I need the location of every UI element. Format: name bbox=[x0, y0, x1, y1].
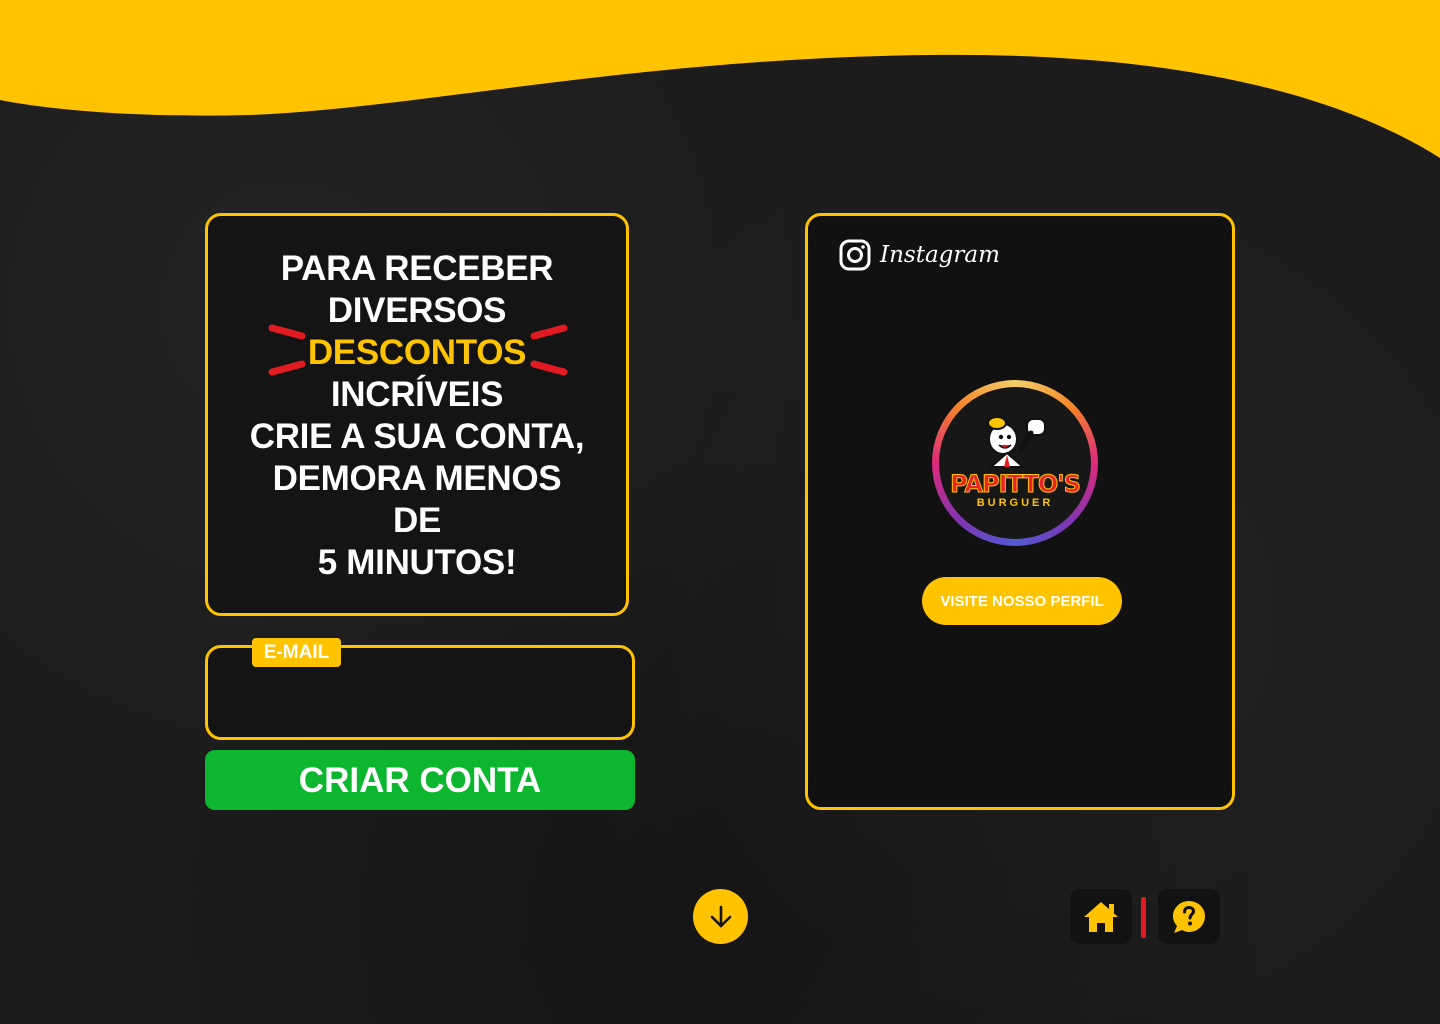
email-input[interactable] bbox=[232, 682, 608, 724]
promo-line: 5 MINUTOS! bbox=[317, 543, 517, 582]
mascot-icon bbox=[987, 416, 1046, 468]
visit-profile-button[interactable]: VISITE NOSSO PERFIL bbox=[922, 577, 1122, 625]
create-account-button[interactable]: CRIAR CONTA bbox=[205, 750, 635, 810]
help-chat-icon bbox=[1173, 900, 1205, 933]
instagram-card: Instagram PAPITTO'S BURGUER VISITE NOSSO… bbox=[805, 213, 1235, 810]
scroll-down-button[interactable] bbox=[693, 889, 748, 944]
promo-highlight: DESCONTOS bbox=[307, 333, 527, 372]
brand-name: PAPITTO'S bbox=[950, 470, 1082, 498]
promo-line: INCRÍVEIS bbox=[330, 375, 504, 414]
home-button[interactable] bbox=[1070, 889, 1132, 944]
promo-line: PARA RECEBER bbox=[280, 249, 554, 288]
promo-card: PARA RECEBER DIVERSOS DESCONTOS INCRÍVEI… bbox=[205, 213, 629, 616]
brand-subtitle: BURGUER bbox=[976, 497, 1054, 509]
home-icon bbox=[1084, 901, 1118, 932]
top-yellow-wave bbox=[0, 0, 1440, 158]
instagram-wordmark: Instagram bbox=[880, 242, 1000, 268]
arrow-down-icon bbox=[710, 905, 731, 927]
brand-logo: PAPITTO'S BURGUER bbox=[939, 387, 1091, 539]
instagram-icon bbox=[839, 239, 871, 271]
help-button[interactable] bbox=[1158, 889, 1220, 944]
promo-line: DEMORA MENOS bbox=[272, 459, 562, 498]
promo-line: CRIE A SUA CONTA, bbox=[249, 417, 585, 456]
promo-message: PARA RECEBER DIVERSOS DESCONTOS INCRÍVEI… bbox=[208, 248, 626, 584]
promo-line: DE bbox=[392, 501, 442, 540]
promo-line: DIVERSOS bbox=[327, 291, 507, 330]
profile-avatar[interactable]: PAPITTO'S BURGUER bbox=[932, 380, 1098, 546]
nav-divider bbox=[1141, 897, 1146, 938]
email-label: E-MAIL bbox=[252, 638, 341, 667]
